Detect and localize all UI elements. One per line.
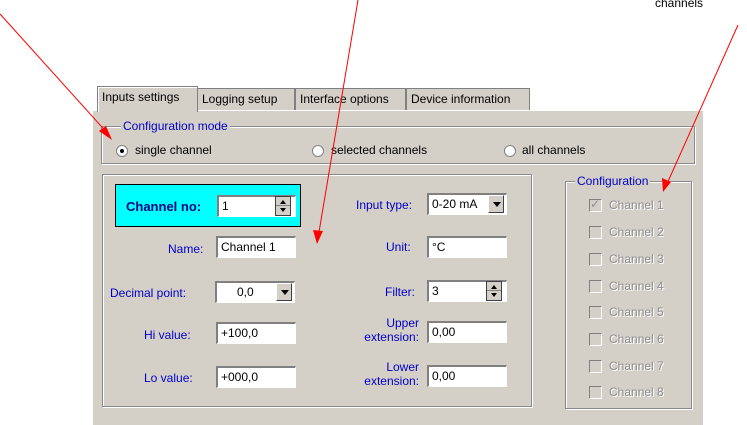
input-type-dropdown-button[interactable]	[488, 195, 504, 213]
unit-label: Unit:	[386, 240, 411, 254]
arrow-down-icon	[280, 208, 286, 212]
tab-inputs-settings[interactable]: Inputs settings	[97, 86, 198, 112]
tab-label: Logging setup	[202, 92, 278, 106]
radio-single-channel[interactable]	[116, 145, 128, 157]
tab-label: Device information	[411, 92, 511, 106]
channel-8-label: Channel 8	[609, 385, 664, 399]
arrow-down-icon	[491, 293, 497, 297]
channel-2-label: Channel 2	[609, 225, 664, 239]
spin-up-button[interactable]	[276, 197, 290, 206]
spin-down-button[interactable]	[487, 291, 501, 300]
name-label: Name:	[168, 242, 204, 256]
channel-6-label: Channel 6	[609, 332, 664, 346]
radio-all-channels[interactable]	[504, 145, 516, 157]
check-icon: ✓	[590, 197, 601, 211]
arrow-up-icon	[491, 285, 497, 289]
radio-label-single-channel: single channel	[135, 143, 212, 157]
channel-5-label: Channel 5	[609, 305, 664, 319]
channel-5-checkbox[interactable]	[589, 306, 602, 319]
channel-no-spinner[interactable]	[275, 196, 291, 216]
channel-8-checkbox[interactable]	[589, 386, 602, 399]
lo-value-label: Lo value:	[144, 371, 193, 385]
channel-2-checkbox[interactable]	[589, 226, 602, 239]
decimal-point-dropdown-button[interactable]	[276, 283, 292, 301]
radio-label-selected-channels: selected channels	[331, 143, 428, 157]
name-field[interactable]: Channel 1	[216, 236, 296, 258]
tab-logging-setup[interactable]: Logging setup	[197, 88, 295, 110]
upper-extension-field[interactable]: 0,00	[427, 321, 507, 343]
arrow-up-icon	[280, 200, 286, 204]
channel-3-checkbox[interactable]	[589, 253, 602, 266]
tab-interface-options[interactable]: Interface options	[295, 88, 406, 110]
chevron-down-icon	[281, 290, 289, 295]
radio-selected-channels[interactable]	[312, 145, 324, 157]
tab-label: Inputs settings	[102, 90, 180, 104]
filter-spinner[interactable]	[486, 281, 502, 301]
configuration-title: Configuration	[575, 174, 651, 188]
channel-6-checkbox[interactable]	[589, 333, 602, 346]
radio-label-all-channels: all channels	[522, 143, 586, 157]
configuration-mode-title: Configuration mode	[121, 119, 230, 133]
tab-device-information[interactable]: Device information	[406, 88, 530, 110]
configuration-group	[565, 181, 692, 409]
channel-no-label: Channel no:	[126, 199, 202, 214]
tab-label: Interface options	[300, 92, 389, 106]
lower-extension-label-line1: Lower	[386, 360, 419, 374]
channel-3-label: Channel 3	[609, 252, 664, 266]
channel-4-checkbox[interactable]	[589, 280, 602, 293]
channel-7-checkbox[interactable]	[589, 360, 602, 373]
upper-extension-label-line2: extension:	[364, 330, 419, 344]
lower-extension-label-line2: extension:	[364, 374, 419, 388]
channel-1-label: Channel 1	[609, 198, 664, 212]
unit-field[interactable]: °C	[427, 236, 507, 258]
channel-4-label: Channel 4	[609, 279, 664, 293]
caption-text: channels	[655, 0, 704, 10]
upper-extension-label-line1: Upper	[386, 316, 419, 330]
lower-extension-field[interactable]: 0,00	[427, 365, 507, 387]
spin-up-button[interactable]	[487, 282, 501, 291]
decimal-point-label: Decimal point:	[110, 286, 187, 300]
input-type-label: Input type:	[356, 198, 413, 212]
radio-dot	[120, 149, 124, 153]
hi-value-label: Hi value:	[144, 328, 191, 342]
spin-down-button[interactable]	[276, 206, 290, 215]
channel-7-label: Channel 7	[609, 359, 664, 373]
lo-value-field[interactable]: +000,0	[216, 366, 296, 388]
hi-value-field[interactable]: +100,0	[216, 322, 296, 344]
channel-1-checkbox[interactable]: ✓	[589, 197, 602, 212]
chevron-down-icon	[493, 202, 501, 207]
filter-label: Filter:	[385, 285, 415, 299]
